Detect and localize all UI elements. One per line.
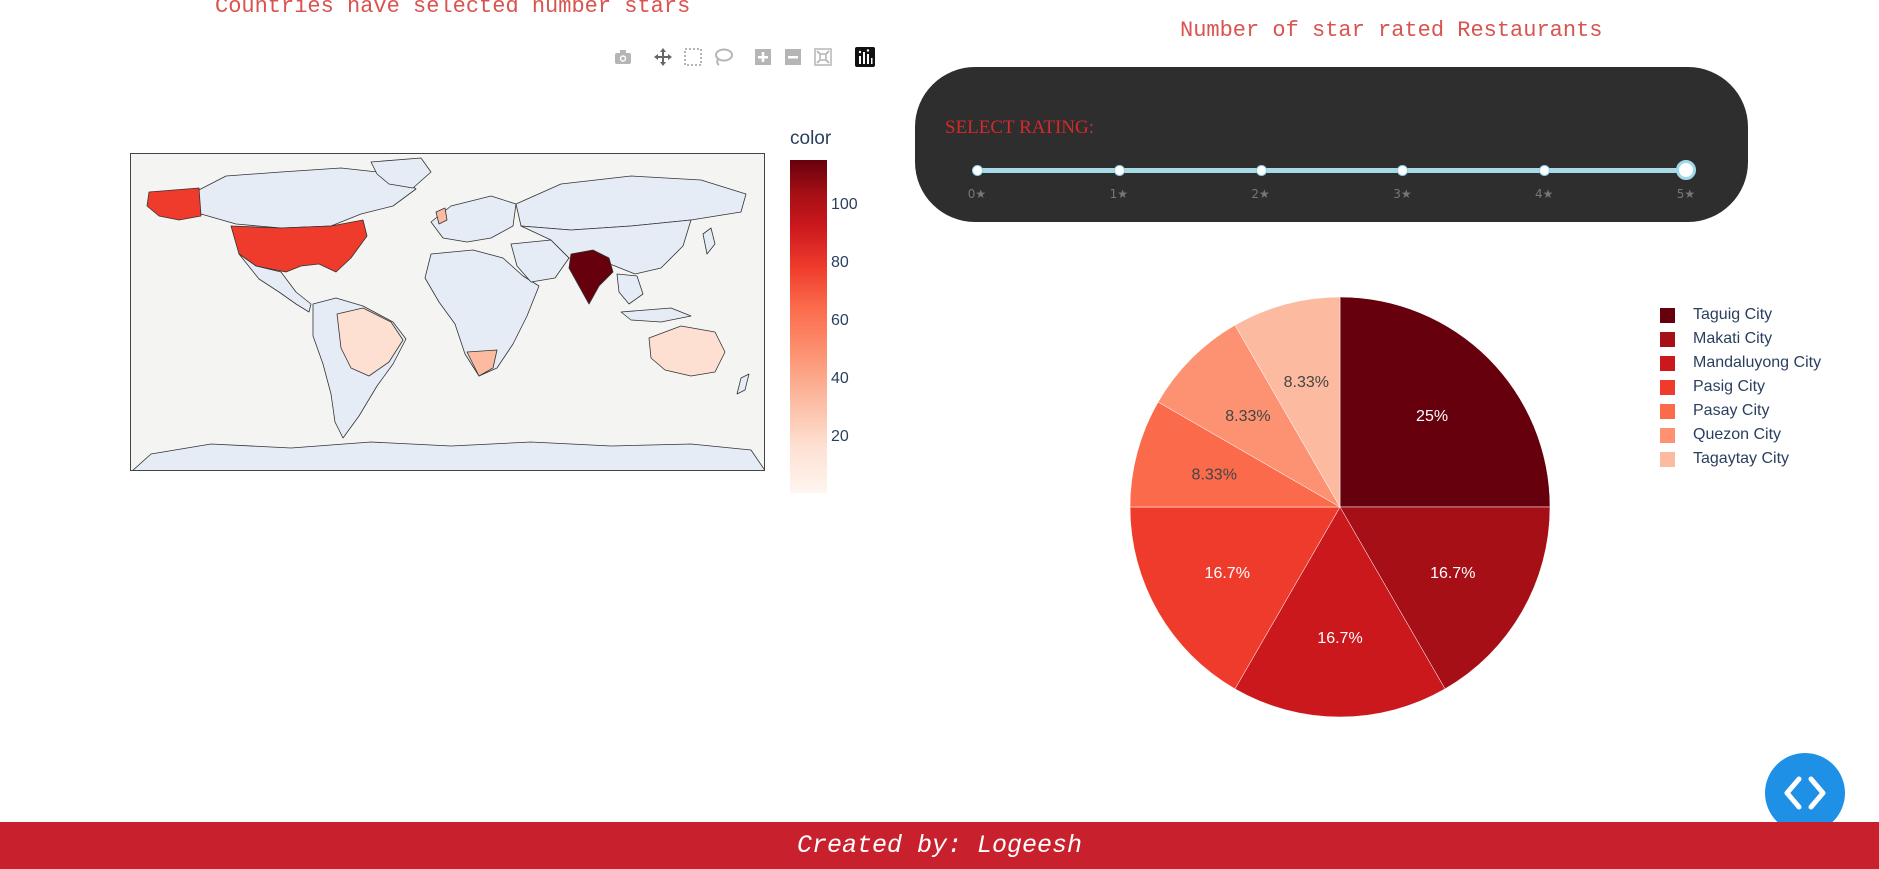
slider-track[interactable]	[977, 168, 1686, 173]
pie-chart-title: Number of star rated Restaurants	[1180, 18, 1603, 43]
country-australia	[648, 325, 726, 377]
pie-slice[interactable]	[1339, 296, 1551, 508]
slider-step-dot[interactable]	[1397, 165, 1409, 176]
colorbar	[790, 160, 827, 493]
footer-credit: Created by: Logeesh	[796, 831, 1083, 860]
slider-mark[interactable]: 0★	[968, 187, 986, 201]
slider-mark[interactable]: 5★	[1677, 187, 1695, 201]
lasso-icon[interactable]	[712, 46, 734, 68]
rating-slider-panel: SELECT RATING: 0★ 1★ 2★ 3★ 4★ 5★	[915, 67, 1748, 222]
plotly-logo-icon[interactable]	[854, 46, 876, 68]
legend-label: Pasig City	[1693, 378, 1766, 395]
pie-slice-label: 16.7%	[1205, 565, 1250, 582]
country-india	[568, 249, 614, 305]
slider-handle[interactable]	[1676, 160, 1696, 180]
colorbar-title: color	[790, 128, 832, 149]
pie-slice-label: 8.33%	[1192, 466, 1237, 483]
colorbar-tick: 100	[831, 196, 858, 213]
slider-step-dot[interactable]	[1539, 165, 1551, 176]
slider-step-dot[interactable]	[1255, 165, 1267, 176]
legend-label: Pasay City	[1693, 402, 1770, 419]
colorbar-tick: 40	[831, 370, 849, 387]
slider-step-dot[interactable]	[972, 165, 983, 176]
pie-slice-label: 8.33%	[1284, 374, 1329, 391]
legend-label: Makati City	[1693, 330, 1773, 347]
slider-step-dot[interactable]	[1113, 165, 1125, 176]
country-indonesia	[620, 307, 692, 323]
legend-label: Mandaluyong City	[1693, 354, 1822, 371]
country-alaska	[146, 187, 202, 221]
camera-icon[interactable]	[612, 46, 634, 68]
zoom-out-icon[interactable]	[782, 46, 804, 68]
code-icon	[1784, 776, 1826, 810]
pie-slice-label: 16.7%	[1430, 565, 1475, 582]
pan-icon[interactable]	[652, 46, 674, 68]
reset-icon[interactable]	[812, 46, 834, 68]
country-japan	[702, 227, 716, 255]
legend-swatch	[1660, 380, 1675, 395]
plot-modebar	[612, 46, 882, 72]
colorbar-tick: 80	[831, 254, 849, 271]
country-new-zealand	[736, 373, 750, 395]
pie-slice-label: 8.33%	[1225, 408, 1270, 425]
legend-swatch	[1660, 404, 1675, 419]
legend-swatch	[1660, 308, 1675, 323]
map-title: Countries have selected number stars	[215, 0, 691, 19]
footer-bar: Created by: Logeesh	[0, 822, 1879, 869]
slider-mark[interactable]: 2★	[1251, 187, 1269, 201]
legend-swatch	[1660, 428, 1675, 443]
country-antarctica	[132, 441, 764, 470]
box-select-icon[interactable]	[682, 46, 704, 68]
zoom-in-icon[interactable]	[752, 46, 774, 68]
world-choropleth-map[interactable]	[130, 153, 765, 471]
colorbar-tick: 20	[831, 428, 849, 445]
pie-slice-label: 25%	[1416, 408, 1448, 425]
pie-slice-label: 16.7%	[1317, 630, 1362, 647]
legend-swatch	[1660, 332, 1675, 347]
slider-mark[interactable]: 4★	[1535, 187, 1553, 201]
code-toggle-button[interactable]	[1765, 753, 1845, 833]
country-russia	[515, 175, 747, 231]
slider-mark[interactable]: 1★	[1110, 187, 1128, 201]
slider-label: SELECT RATING:	[945, 117, 1095, 138]
slider-mark[interactable]: 3★	[1393, 187, 1411, 201]
legend-label: Quezon City	[1693, 426, 1782, 443]
country-se-asia	[616, 273, 644, 305]
pie-chart[interactable]: 25% 16.7% 16.7% 16.7% 8.33% 8.33% 8.33%	[1120, 290, 1560, 730]
legend-swatch	[1660, 356, 1675, 371]
legend-label: Tagaytay City	[1693, 450, 1790, 467]
colorbar-tick: 60	[831, 312, 849, 329]
legend-label: Taguig City	[1693, 306, 1773, 323]
world-map-svg	[132, 157, 764, 470]
legend-swatch	[1660, 452, 1675, 467]
